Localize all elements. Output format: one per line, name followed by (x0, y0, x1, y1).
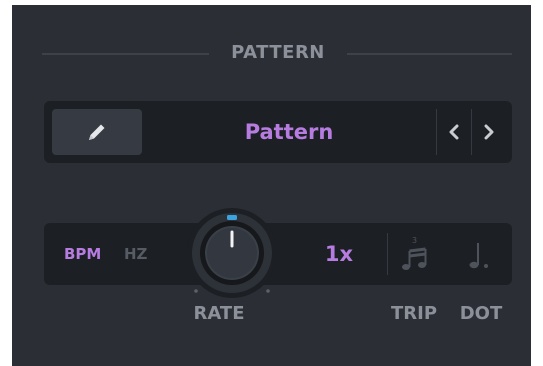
section-header: PATTERN (42, 39, 512, 69)
nav-divider (436, 109, 437, 155)
header-rule-left (42, 53, 209, 55)
next-pattern-button[interactable] (473, 109, 505, 155)
unit-hz-button[interactable]: HZ (124, 223, 147, 285)
pattern-panel: PATTERN Pattern BPM HZ 1x 3 RATE TRIP DO… (12, 5, 531, 366)
chevron-right-icon (484, 124, 494, 140)
rate-label: RATE (193, 303, 245, 324)
nav-divider (471, 109, 472, 155)
rate-knob-graphic (187, 208, 277, 298)
chevron-left-icon (449, 124, 459, 140)
dotted-note-icon (469, 243, 488, 269)
rate-value: 1x (324, 242, 354, 266)
rate-knob[interactable] (184, 205, 280, 301)
triplet-notes-icon: 3 (402, 236, 427, 270)
dotted-label: DOT (459, 303, 503, 324)
previous-pattern-button[interactable] (438, 109, 470, 155)
header-rule-right (347, 53, 512, 55)
unit-bpm-button[interactable]: BPM (64, 223, 101, 285)
triplet-label: TRIP (390, 303, 438, 324)
pencil-icon (89, 124, 105, 140)
dotted-button[interactable] (456, 231, 502, 277)
pattern-name[interactable]: Pattern (144, 101, 434, 163)
triplet-button[interactable]: 3 (393, 231, 439, 277)
section-title: PATTERN (231, 42, 325, 63)
edit-pattern-button[interactable] (52, 109, 142, 155)
pattern-selector: Pattern (44, 101, 512, 163)
svg-text:3: 3 (412, 236, 417, 245)
rate-divider (387, 233, 388, 275)
